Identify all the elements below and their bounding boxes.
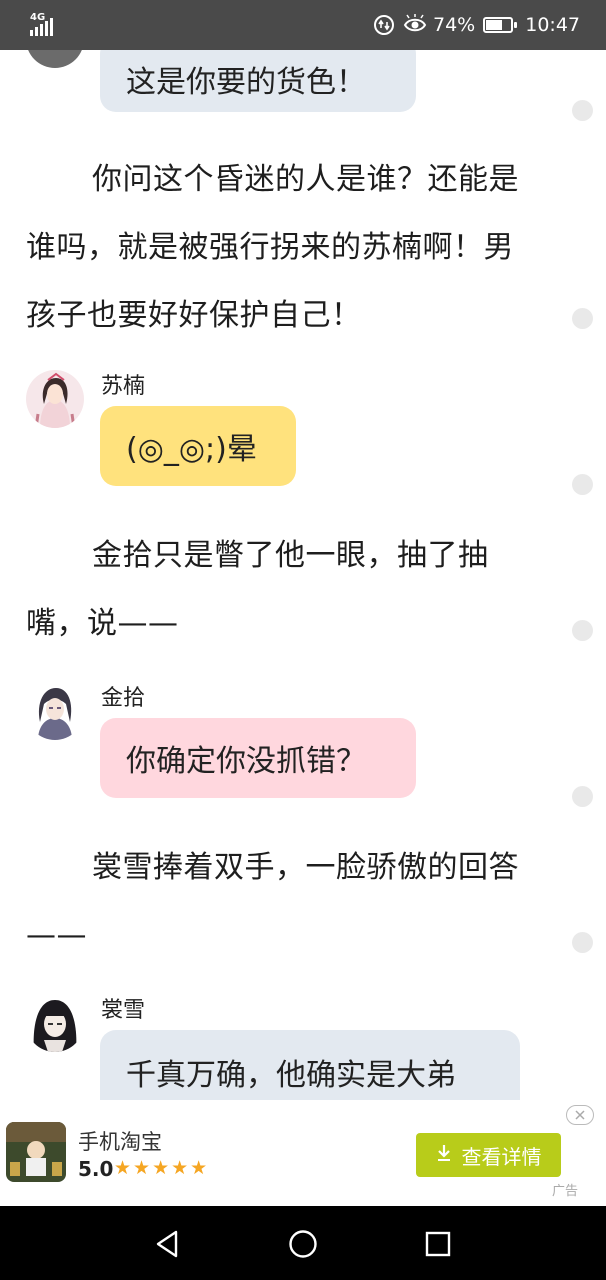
- ad-close-icon[interactable]: [566, 1105, 594, 1125]
- download-icon: [436, 1143, 452, 1167]
- speaker-name: 苏楠: [101, 374, 146, 399]
- speaker-name: 裳雪: [101, 998, 146, 1023]
- ad-app-icon[interactable]: [6, 1122, 66, 1182]
- comment-dot[interactable]: [572, 474, 593, 495]
- comment-dot[interactable]: [572, 786, 593, 807]
- message-bubble: 千真万确，他确实是大弟: [100, 1030, 520, 1100]
- battery-percent: 74%: [433, 14, 476, 36]
- battery-icon: [483, 17, 518, 33]
- avatar-jinshi: [26, 682, 84, 740]
- narration-paragraph: 裳雪捧着双手，一脸骄傲的回答——: [26, 850, 519, 953]
- avatar-sunan: [26, 370, 84, 428]
- message-text: 你确定你没抓错？: [126, 744, 366, 779]
- ad-button-label: 查看详情: [461, 1144, 542, 1169]
- network-type: 4G: [30, 12, 46, 23]
- message-bubble: 你确定你没抓错？: [100, 718, 416, 798]
- ad-banner[interactable]: 手机淘宝 5.0 ★★★★★ 查看详情 广告: [0, 1100, 606, 1206]
- ad-stars: ★★★★★: [114, 1157, 210, 1179]
- comment-dot[interactable]: [572, 932, 593, 953]
- recents-icon[interactable]: [424, 1230, 452, 1258]
- back-icon[interactable]: [152, 1228, 184, 1260]
- clock: 10:47: [525, 14, 580, 36]
- signal-icon: 4G: [28, 12, 64, 38]
- ad-tag: 广告: [552, 1184, 579, 1199]
- navigation-bar: [0, 1206, 606, 1280]
- speaker-name: 金拾: [101, 686, 146, 711]
- avatar-shangxue-partial: [26, 50, 84, 68]
- narration-paragraph: 你问这个昏迷的人是谁？还能是谁吗，就是被强行拐来的苏楠啊！男孩子也要好好保护自己…: [26, 162, 519, 333]
- comment-dot[interactable]: [572, 620, 593, 641]
- avatar-shangxue: [26, 994, 84, 1052]
- message-bubble: 这是你要的货色！: [100, 50, 416, 112]
- data-saver-icon: [373, 14, 395, 36]
- message-text: 这是你要的货色！: [126, 65, 366, 100]
- ad-details-button[interactable]: 查看详情: [416, 1133, 561, 1177]
- comment-dot[interactable]: [572, 308, 593, 329]
- ad-rating: 5.0: [78, 1157, 114, 1181]
- message-text: (◎_◎;)晕: [126, 432, 257, 467]
- message-bubble: (◎_◎;)晕: [100, 406, 296, 486]
- status-bar: 4G 74% 10:47: [0, 0, 606, 50]
- comment-dot[interactable]: [572, 100, 593, 121]
- ad-app-name: 手机淘宝: [78, 1130, 162, 1154]
- reader-content[interactable]: 这是你要的货色！ 你问这个昏迷的人是谁？还能是谁吗，就是被强行拐来的苏楠啊！男孩…: [0, 50, 606, 1100]
- home-icon[interactable]: [287, 1228, 319, 1260]
- eye-comfort-icon: [403, 14, 427, 36]
- narration-paragraph: 金拾只是瞥了他一眼，抽了抽嘴，说——: [26, 538, 489, 641]
- message-text: 千真万确，他确实是大弟: [126, 1058, 456, 1093]
